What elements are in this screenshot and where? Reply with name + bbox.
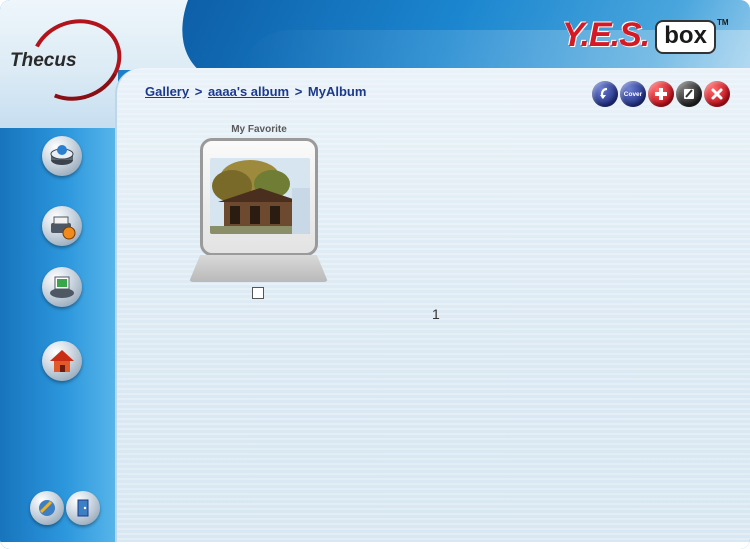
album-title: My Favorite (231, 124, 287, 135)
logout-button[interactable] (66, 491, 100, 525)
disk-icon (50, 145, 74, 165)
breadcrumb-separator: > (294, 84, 303, 99)
breadcrumb-gallery-link[interactable]: Gallery (145, 84, 189, 99)
brand-box: box (655, 20, 716, 54)
logout-door-icon (77, 499, 89, 517)
set-cover-button[interactable]: Cover (620, 81, 646, 107)
printer-camera-icon (51, 216, 76, 240)
pencil-icon (684, 89, 694, 99)
album-select-checkbox[interactable] (252, 287, 264, 299)
home-button[interactable] (42, 341, 82, 381)
x-icon (711, 88, 723, 100)
cover-label: Cover (623, 90, 643, 98)
printer-button[interactable] (42, 206, 82, 246)
album-card[interactable] (200, 138, 318, 256)
album-cover-image (210, 158, 310, 234)
photo-computer-icon (50, 276, 74, 298)
album-base (189, 255, 328, 282)
delete-button[interactable] (704, 81, 730, 107)
album-toolbar: Cover (592, 81, 730, 107)
breadcrumb-album-link[interactable]: aaaa's album (208, 84, 289, 99)
settings-icon (39, 500, 55, 516)
plus-icon (655, 88, 667, 100)
disk-button[interactable] (42, 136, 82, 176)
breadcrumb-separator: > (194, 84, 203, 99)
breadcrumb-current: MyAlbum (307, 84, 367, 99)
settings-button[interactable] (30, 491, 64, 525)
edit-button[interactable] (676, 81, 702, 107)
back-button[interactable] (592, 81, 618, 107)
frame-bottom-edge (0, 542, 750, 549)
back-arrow-icon (600, 87, 608, 99)
album-cover-photo (210, 158, 310, 234)
page-number[interactable]: 1 (432, 306, 440, 322)
home-icon (50, 350, 74, 372)
thecus-logo: Thecus (10, 6, 133, 114)
brand-trademark: TM (716, 18, 729, 27)
yes-box-brand: Y.E.S. box TM (562, 18, 729, 58)
breadcrumb: Gallery > aaaa's album > MyAlbum (145, 84, 366, 99)
add-photo-button[interactable] (648, 81, 674, 107)
photo-button[interactable] (42, 267, 82, 307)
logo-text: Thecus (10, 50, 77, 71)
brand-yes: Y.E.S. (562, 16, 650, 54)
